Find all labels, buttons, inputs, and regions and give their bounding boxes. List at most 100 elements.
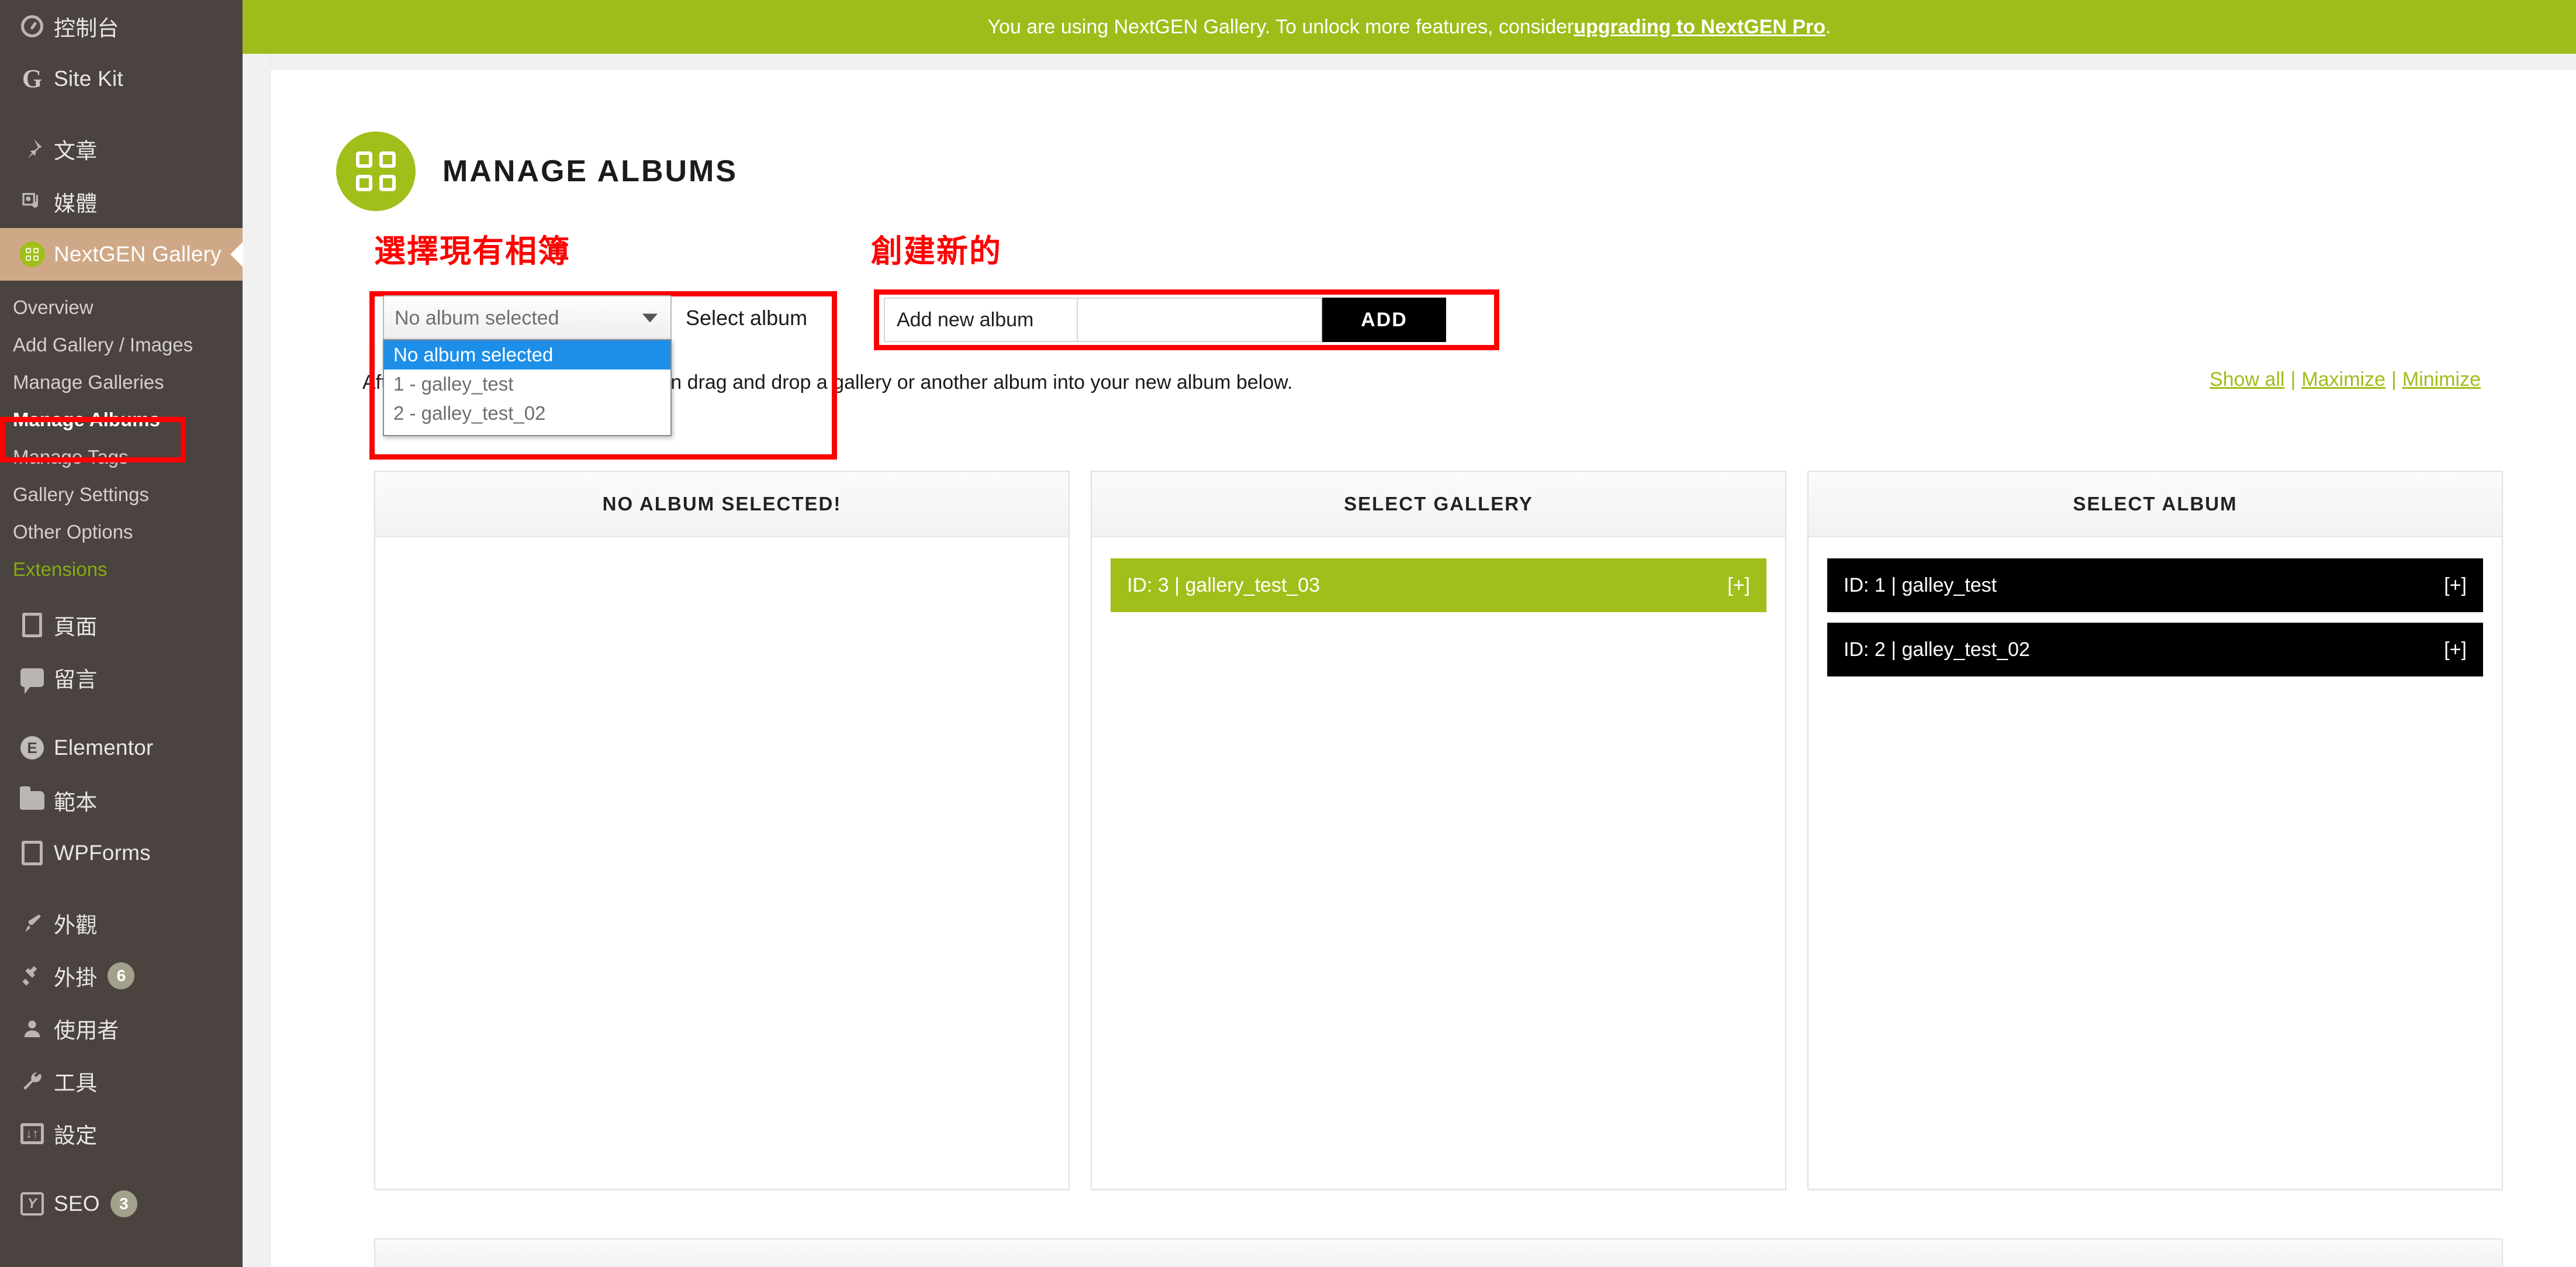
dashboard-icon	[14, 15, 50, 37]
album-option-label: No album selected	[393, 344, 554, 365]
album-option-2-galley-test-02[interactable]: 2 - galley_test_02	[384, 399, 670, 428]
sidebar-item-label: WPForms	[54, 841, 151, 865]
sidebar-item-other-options[interactable]: Other Options	[0, 513, 243, 551]
dropdown-bottom-padding	[384, 428, 670, 435]
sidebar-divider	[0, 1160, 243, 1178]
select-album-panel: SELECT ALBUM ID: 1 | galley_test [+] ID:…	[1807, 471, 2503, 1190]
sidebar-item-label: 留言	[54, 668, 98, 692]
sidebar-item-add-gallery-images[interactable]: Add Gallery / Images	[0, 326, 243, 364]
sidebar-item-appearance[interactable]: 外觀	[0, 897, 243, 950]
show-all-link[interactable]: Show all	[2210, 368, 2285, 391]
brush-icon	[14, 912, 50, 935]
expand-plus-icon[interactable]: [+]	[2444, 638, 2467, 661]
bottom-panel-partial	[374, 1238, 2503, 1267]
chevron-down-icon	[642, 313, 658, 323]
add-new-album-row: Add new album ADD	[884, 298, 1446, 342]
gallery-panel: SELECT GALLERY ID: 3 | gallery_test_03 […	[1091, 471, 1786, 1190]
page-header: MANAGE ALBUMS	[336, 132, 738, 211]
sidebar-item-tools[interactable]: 工具	[0, 1055, 243, 1107]
maximize-link[interactable]: Maximize	[2301, 368, 2385, 391]
sidebar-item-dashboard[interactable]: 控制台	[0, 0, 243, 53]
album-option-label: 2 - galley_test_02	[393, 402, 546, 424]
plug-icon	[14, 964, 50, 988]
submenu-label: Manage Albums	[13, 409, 160, 430]
expand-plus-icon[interactable]: [+]	[1727, 574, 1750, 597]
sidebar-item-manage-tags[interactable]: Manage Tags	[0, 439, 243, 476]
sidebar-item-comments[interactable]: 留言	[0, 651, 243, 704]
sidebar-item-plugins[interactable]: 外掛 6	[0, 950, 243, 1002]
sidebar-item-extensions[interactable]: Extensions	[0, 551, 243, 588]
sidebar-item-manage-albums[interactable]: Manage Albums	[0, 401, 243, 439]
sidebar-item-nextgen-gallery[interactable]: NextGEN Gallery	[0, 228, 243, 281]
sidebar-item-templates[interactable]: 範本	[0, 774, 243, 827]
expand-plus-icon[interactable]: [+]	[2444, 574, 2467, 597]
sidebar-item-elementor[interactable]: E Elementor	[0, 721, 243, 774]
media-icon	[14, 190, 50, 213]
submenu-label: Manage Tags	[13, 446, 129, 468]
sidebar-item-site-kit[interactable]: G Site Kit	[0, 53, 243, 105]
seo-icon: Y	[14, 1192, 50, 1216]
sidebar-item-pages[interactable]: 頁面	[0, 599, 243, 651]
notice-text-after: .	[1825, 15, 1831, 38]
settings-icon: ↓↑	[14, 1123, 50, 1144]
gallery-panel-body[interactable]: ID: 3 | gallery_test_03 [+]	[1092, 537, 1785, 612]
form-icon	[14, 841, 50, 865]
sidebar-item-overview[interactable]: Overview	[0, 289, 243, 326]
submenu-label: Manage Galleries	[13, 371, 164, 393]
add-album-button[interactable]: ADD	[1322, 298, 1446, 342]
sidebar-item-manage-galleries[interactable]: Manage Galleries	[0, 364, 243, 401]
album-option-1-galley-test[interactable]: 1 - galley_test	[384, 370, 670, 399]
sidebar-item-label: Elementor	[54, 736, 154, 759]
minimize-link[interactable]: Minimize	[2402, 368, 2481, 391]
album-list-item[interactable]: ID: 2 | galley_test_02 [+]	[1827, 623, 2483, 676]
sidebar-item-label: 使用者	[54, 1019, 119, 1042]
plugins-update-badge: 6	[108, 962, 135, 989]
wrench-icon	[14, 1069, 50, 1093]
album-select-option-list[interactable]: No album selected 1 - galley_test 2 - ga…	[383, 339, 672, 436]
album-panel: NO ALBUM SELECTED!	[374, 471, 1070, 1190]
nextgen-icon	[14, 241, 50, 267]
album-option-label: 1 - galley_test	[393, 373, 514, 395]
google-g-icon: G	[22, 64, 43, 93]
sidebar-item-settings[interactable]: ↓↑ 設定	[0, 1107, 243, 1160]
sidebar-item-label: 外掛	[54, 966, 98, 990]
upgrade-to-nextgen-pro-link[interactable]: upgrading to NextGEN Pro	[1574, 16, 1825, 39]
link-separator: |	[2290, 368, 2296, 391]
add-new-album-input[interactable]	[1078, 299, 1321, 341]
sidebar-item-label: 控制台	[54, 16, 119, 40]
sidebar-divider	[0, 105, 243, 123]
sidebar-item-label: 媒體	[54, 192, 98, 216]
pin-icon	[14, 137, 50, 161]
content-left-gutter	[243, 54, 271, 1267]
album-option-no-album-selected[interactable]: No album selected	[384, 340, 670, 370]
sidebar-item-seo[interactable]: Y SEO 3	[0, 1178, 243, 1230]
gallery-item-label: ID: 3 | gallery_test_03	[1127, 574, 1320, 596]
folder-icon	[14, 786, 50, 810]
select-album-panel-body[interactable]: ID: 1 | galley_test [+] ID: 2 | galley_t…	[1809, 537, 2502, 676]
sidebar-item-label: 範本	[54, 790, 98, 814]
select-album-button[interactable]: Select album	[686, 306, 807, 330]
gallery-panel-header: SELECT GALLERY	[1092, 472, 1785, 537]
album-panel-body[interactable]	[375, 537, 1069, 558]
sidebar-divider	[0, 704, 243, 721]
annotation-select-existing-album: 選擇現有相簿	[374, 233, 570, 270]
submenu-label: Other Options	[13, 521, 133, 543]
add-new-album-input-wrapper[interactable]	[1077, 298, 1322, 342]
add-new-album-label: Add new album	[884, 298, 1077, 342]
sidebar-item-users[interactable]: 使用者	[0, 1002, 243, 1055]
sidebar-item-gallery-settings[interactable]: Gallery Settings	[0, 476, 243, 513]
annotation-create-new: 創建新的	[871, 233, 1002, 270]
view-links: Show all | Maximize | Minimize	[2210, 368, 2481, 391]
album-list-item[interactable]: ID: 1 | galley_test [+]	[1827, 558, 2483, 612]
sidebar-item-label: 設定	[54, 1124, 98, 1148]
nextgen-albums-logo-icon	[336, 132, 416, 211]
sidebar-item-wpforms[interactable]: WPForms	[0, 827, 243, 879]
sidebar-item-label: Site Kit	[54, 67, 123, 91]
album-item-label: ID: 1 | galley_test	[1844, 574, 1997, 596]
gallery-list-item[interactable]: ID: 3 | gallery_test_03 [+]	[1111, 558, 1766, 612]
sidebar-divider	[0, 879, 243, 897]
album-select-dropdown[interactable]: No album selected	[383, 295, 672, 341]
sidebar-item-posts[interactable]: 文章	[0, 123, 243, 175]
sidebar-item-media[interactable]: 媒體	[0, 175, 243, 228]
sidebar-item-label: SEO	[54, 1192, 100, 1216]
